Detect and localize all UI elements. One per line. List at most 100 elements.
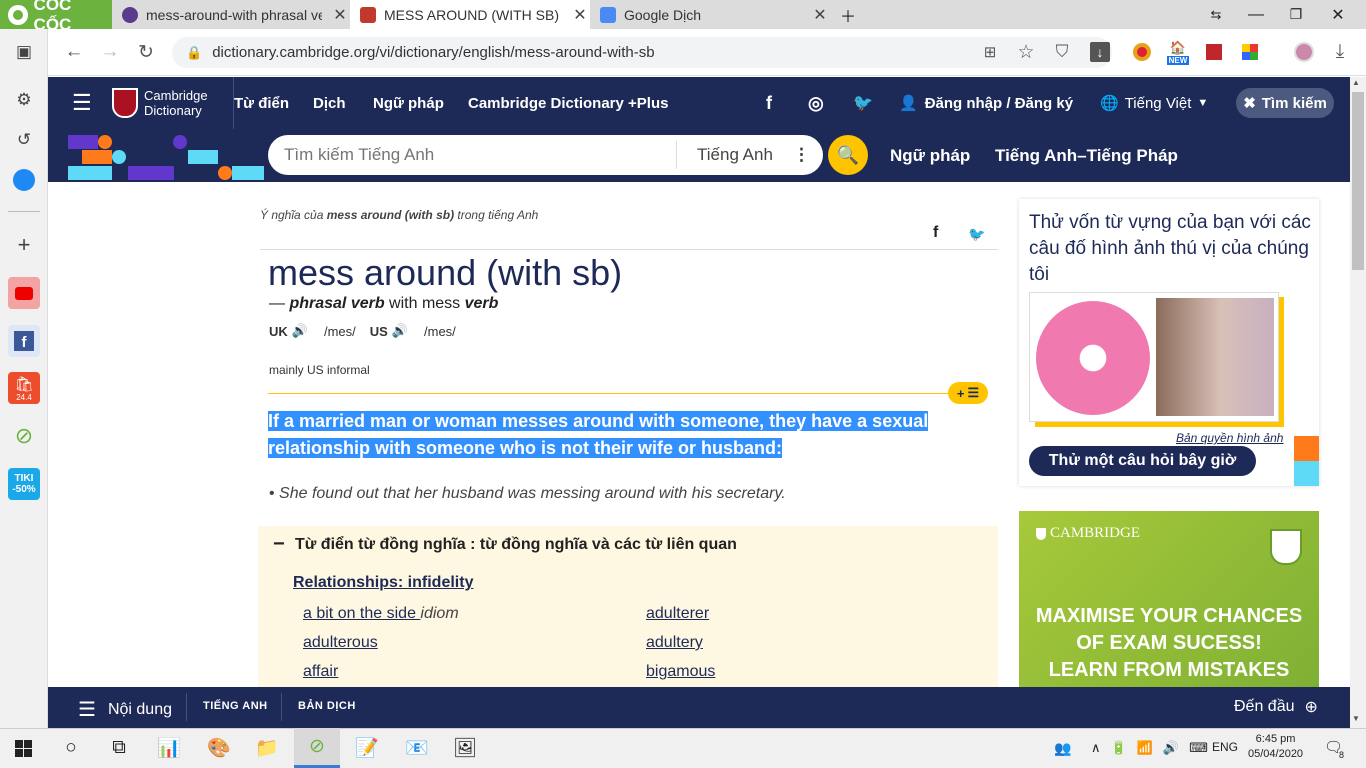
add-sidebar-app-icon[interactable]: + <box>8 229 40 261</box>
maximize-button[interactable]: ❐ <box>1276 0 1316 29</box>
us-audio-icon[interactable]: 🔊 <box>392 323 408 339</box>
coccoc-search-icon[interactable]: ⊘ <box>8 420 40 452</box>
tab-2-active[interactable]: MESS AROUND (WITH SB) | Đ ✕ <box>350 0 590 29</box>
sticky-notes-icon[interactable]: 📝 <box>344 728 390 768</box>
youtube-icon[interactable] <box>8 277 40 309</box>
downloads-icon[interactable]: ⤓ <box>1324 36 1356 68</box>
new-tab-button[interactable]: ＋ <box>828 0 868 29</box>
app-icon[interactable]: 📊 <box>146 728 192 768</box>
address-bar[interactable]: 🔒 dictionary.cambridge.org/vi/dictionary… <box>172 37 1112 68</box>
task-view-icon[interactable]: ⧉ <box>96 728 142 768</box>
related-link[interactable]: adultery <box>646 634 703 652</box>
close-tab-icon[interactable]: ✕ <box>330 5 350 25</box>
ad-brand: CAMBRIDGE <box>1036 525 1140 542</box>
back-button[interactable]: ← <box>58 36 90 68</box>
extension-chrome-icon[interactable] <box>1126 36 1158 68</box>
settings-gear-icon[interactable]: ⚙ <box>8 84 40 116</box>
quiz-image[interactable] <box>1029 292 1279 422</box>
tab-3[interactable]: Google Dịch ✕ <box>590 0 830 29</box>
collapse-toggle[interactable]: − <box>273 533 285 556</box>
browser-menu-button[interactable]: CỐC CỐC <box>0 0 112 34</box>
nav-dictionary-plus[interactable]: Cambridge Dictionary +Plus <box>468 77 668 129</box>
more-options-icon[interactable]: ⋮ <box>793 145 810 165</box>
nav-dictionary[interactable]: Từ điển <box>234 77 289 129</box>
scroll-up-icon[interactable]: ▲ <box>1352 78 1360 87</box>
messenger-icon[interactable] <box>8 164 40 196</box>
usage-label: mainly US informal <box>269 363 370 377</box>
sidebar-toggle-icon[interactable]: ▣ <box>8 36 40 68</box>
shopee-date-label: 24.4 <box>16 392 32 402</box>
translate-page-icon[interactable]: ⊞ <box>974 36 1006 68</box>
tab-1[interactable]: mess-around-with phrasal ve ✕ <box>112 0 350 29</box>
tray-icons[interactable]: ∧ 🔋 📶 🔊 ⌨ <box>1091 740 1208 756</box>
minimize-button[interactable]: — <box>1236 0 1276 29</box>
history-icon[interactable]: ↺ <box>8 124 40 156</box>
extension-color-icon[interactable] <box>1234 36 1266 68</box>
related-link[interactable]: a bit on the side idiom <box>303 605 459 623</box>
notification-icon[interactable]: 🗨8 <box>1324 738 1348 760</box>
share-twitter-icon[interactable]: 🐦 <box>968 226 985 243</box>
close-tab-icon[interactable]: ✕ <box>810 5 830 25</box>
facebook-icon[interactable]: f <box>8 325 40 357</box>
image-credit-link[interactable]: Bản quyền hình ảnh <box>1176 431 1283 445</box>
forward-button[interactable]: → <box>94 36 126 68</box>
clock-date: 05/04/2020 <box>1248 748 1304 760</box>
shield-icon[interactable]: ⛉ <box>1046 36 1078 68</box>
coccoc-taskbar-icon[interactable]: ⊘ <box>294 728 340 768</box>
search-button[interactable]: 🔍 <box>828 135 868 175</box>
reload-button[interactable]: ↻ <box>130 36 162 68</box>
file-explorer-icon[interactable]: 📁 <box>244 728 290 768</box>
hamburger-menu-icon[interactable]: ☰ <box>72 77 92 129</box>
topic-link[interactable]: Relationships: infidelity <box>293 574 473 592</box>
login-link[interactable]: 👤 Đăng nhập / Đăng ký <box>899 77 1073 129</box>
search-input[interactable] <box>284 145 684 165</box>
facebook-social-icon[interactable]: f <box>766 77 772 129</box>
close-window-button[interactable]: ✕ <box>1318 0 1358 29</box>
close-tab-icon[interactable]: ✕ <box>570 5 590 25</box>
tab-search-icon[interactable]: ⇆ <box>1196 0 1236 29</box>
tiki-icon[interactable]: TIKI -50% <box>8 468 40 500</box>
extension-red-icon[interactable] <box>1198 36 1230 68</box>
divider <box>260 249 998 250</box>
extension-new-icon[interactable]: 🏠 NEW <box>1162 36 1194 68</box>
app-icon[interactable]: 🖼 <box>442 728 488 768</box>
add-to-wordlist-button[interactable]: + ☰ <box>948 382 988 404</box>
profile-avatar[interactable] <box>1288 36 1320 68</box>
scroll-down-icon[interactable]: ▼ <box>1352 714 1360 723</box>
paint-icon[interactable]: 🎨 <box>196 728 242 768</box>
search-circle-icon[interactable]: ○ <box>48 728 94 768</box>
shopee-icon[interactable]: 🛍 24.4 <box>8 372 40 404</box>
definition-line-2: relationship with someone who is not the… <box>268 438 783 458</box>
nav-grammar[interactable]: Ngữ pháp <box>373 77 444 129</box>
translation-tab[interactable]: BẢN DỊCH <box>298 700 356 712</box>
cambridge-logo[interactable]: Cambridge Dictionary <box>112 88 208 118</box>
contents-button[interactable]: ☰ Nội dung <box>78 697 172 722</box>
related-link[interactable]: bigamous <box>646 663 715 681</box>
related-link[interactable]: adulterer <box>646 605 709 623</box>
scrollbar-thumb[interactable] <box>1352 92 1364 270</box>
share-facebook-icon[interactable]: f <box>933 224 938 242</box>
english-tab[interactable]: TIẾNG ANH <box>203 700 268 712</box>
nav-translate[interactable]: Dịch <box>313 77 346 129</box>
clock[interactable]: 6:45 pm 05/04/2020 <box>1248 732 1303 762</box>
related-link[interactable]: affair <box>303 663 338 681</box>
download-media-icon[interactable]: ↓ <box>1084 36 1116 68</box>
twitter-social-icon[interactable]: 🐦 <box>853 77 873 129</box>
search-toggle-button[interactable]: ✖ Tìm kiếm <box>1236 88 1334 118</box>
input-language[interactable]: ENG <box>1212 740 1238 754</box>
search-icon: 🔍 <box>836 144 860 165</box>
try-quiz-button[interactable]: Thử một câu hỏi bây giờ <box>1029 446 1256 476</box>
subnav-english-french[interactable]: Tiếng Anh–Tiếng Pháp <box>995 129 1178 182</box>
windows-start-icon[interactable] <box>0 728 46 768</box>
instagram-social-icon[interactable]: ◎ <box>808 77 824 129</box>
related-link[interactable]: adulterous <box>303 634 378 652</box>
uk-audio-icon[interactable]: 🔊 <box>292 323 308 339</box>
url-text: dictionary.cambridge.org/vi/dictionary/e… <box>212 44 655 61</box>
people-icon[interactable]: 👥 <box>1054 740 1071 757</box>
outlook-icon[interactable]: 📧 <box>394 728 440 768</box>
language-select[interactable]: 🌐 Tiếng Việt ▼ <box>1100 77 1208 129</box>
bookmark-star-icon[interactable]: ☆ <box>1010 36 1042 68</box>
back-to-top-button[interactable]: Đến đầu ⊕ <box>1234 697 1318 717</box>
search-language-select[interactable]: Tiếng Anh <box>697 145 773 165</box>
subnav-grammar[interactable]: Ngữ pháp <box>890 129 970 182</box>
